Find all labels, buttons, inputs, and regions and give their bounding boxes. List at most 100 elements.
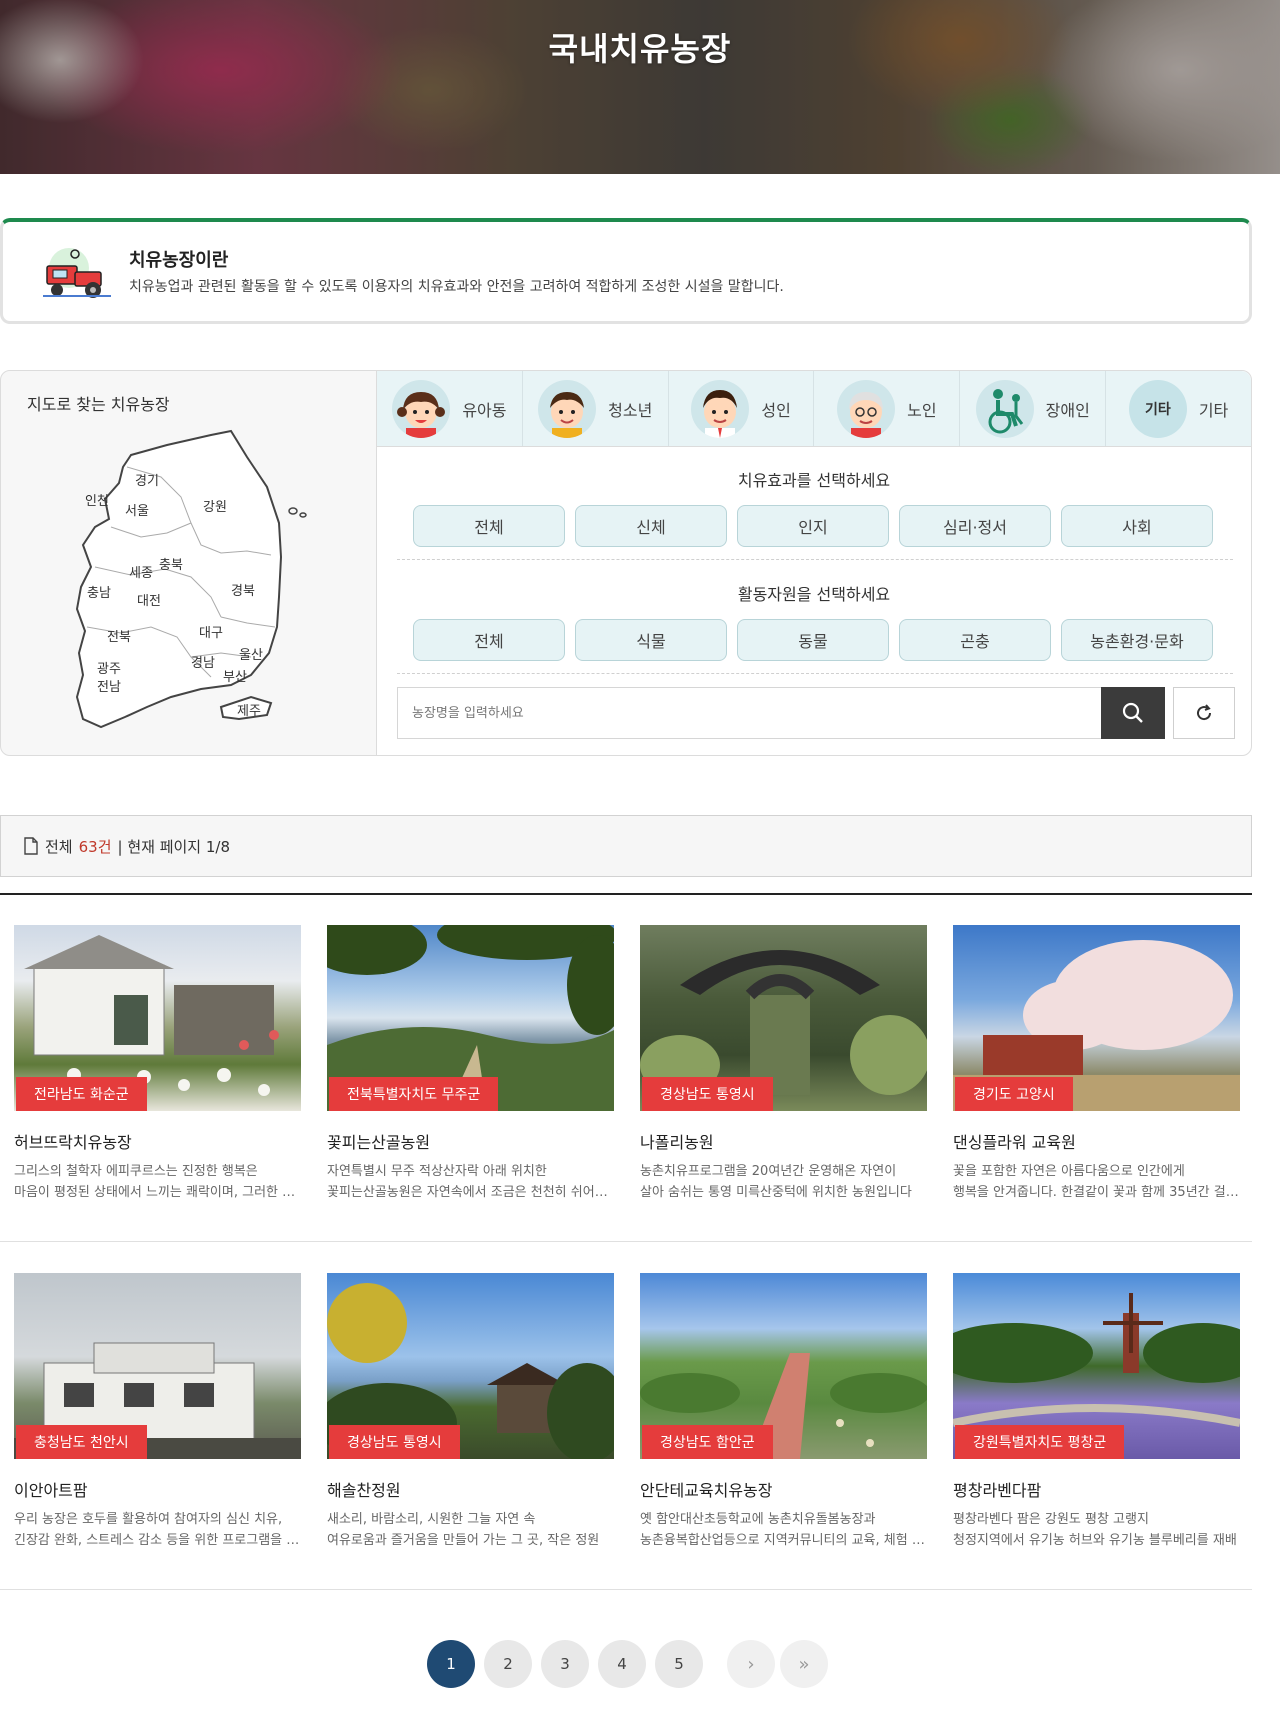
elder-icon <box>837 379 896 438</box>
farm-photo: 경상남도 통영시 <box>640 925 927 1111</box>
map-region-label[interactable]: 강원 <box>203 500 227 515</box>
divider <box>397 559 1233 560</box>
farm-title[interactable]: 안단테교육치유농장 <box>640 1477 772 1501</box>
target-tab-teen[interactable]: 청소년 <box>523 371 669 446</box>
resource-option-rural[interactable]: 농촌환경·문화 <box>1061 619 1213 661</box>
tractor-icon <box>43 248 111 298</box>
map-region-label[interactable]: 광주 <box>97 662 121 677</box>
resource-heading: 활동자원을 선택하세요 <box>737 585 891 604</box>
farm-description: 농촌치유프로그램을 20여년간 운영해온 자연이 살아 숨쉬는 통영 미륵산중턱에… <box>640 1164 912 1200</box>
page-1-button[interactable]: 1 <box>427 1640 475 1688</box>
intro-box: 치유농장이란 치유농업과 관련된 활동을 할 수 있도록 이용자의 치유효과와 … <box>0 218 1252 324</box>
page-2-button[interactable]: 2 <box>484 1640 532 1688</box>
region-tag: 충청남도 천안시 <box>16 1425 147 1459</box>
target-label: 청소년 <box>608 400 653 420</box>
map-title: 지도로 찾는 치유농장 <box>27 395 170 414</box>
region-tag: 경상남도 통영시 <box>642 1077 773 1111</box>
adult-man-icon <box>691 379 750 438</box>
map-panel: 지도로 찾는 치유농장 경기 인천 서울 강원 세종 충북 충남 대전 경북 대… <box>0 370 378 756</box>
farm-photo: 강원특별자치도 평창군 <box>953 1273 1240 1459</box>
farm-photo: 전라남도 화순군 <box>14 925 301 1111</box>
target-tab-etc[interactable]: 기타 기타 <box>1106 371 1251 446</box>
effect-option-social[interactable]: 사회 <box>1061 505 1213 547</box>
resource-option-all[interactable]: 전체 <box>413 619 565 661</box>
farm-description: 자연특별시 무주 적상산자락 아래 위치한 꽃피는산골농원은 자연속에서 조금은 … <box>327 1164 614 1200</box>
farm-title[interactable]: 나폴리농원 <box>640 1129 714 1153</box>
region-tag: 전북특별자치도 무주군 <box>329 1077 499 1111</box>
target-label: 유아동 <box>462 400 507 420</box>
result-count-bar: 전체 63건 | 현재 페이지 1/8 <box>0 815 1252 877</box>
farm-title[interactable]: 꽃피는산골농원 <box>327 1129 430 1153</box>
target-tab-adult[interactable]: 성인 <box>669 371 815 446</box>
farm-photo: 경기도 고양시 <box>953 925 1240 1111</box>
etc-icon: 기타 <box>1128 379 1187 438</box>
farm-title[interactable]: 평창라벤다팜 <box>953 1477 1041 1501</box>
farm-title[interactable]: 허브뜨락치유농장 <box>14 1129 132 1153</box>
farm-description: 우리 농장은 호두를 활용하여 참여자의 심신 치유, 긴장감 완화, 스트레스 … <box>14 1512 301 1548</box>
document-icon <box>24 837 38 855</box>
reset-button[interactable] <box>1173 687 1235 739</box>
resource-option-plant[interactable]: 식물 <box>575 619 727 661</box>
target-tab-child[interactable]: 유아동 <box>377 371 523 446</box>
map-region-label[interactable]: 세종 <box>129 566 153 581</box>
farm-title[interactable]: 이안아트팜 <box>14 1477 88 1501</box>
effect-heading: 치유효과를 선택하세요 <box>737 471 891 490</box>
page-title: 국내치유농장 <box>548 30 732 68</box>
search-button[interactable] <box>1101 687 1165 739</box>
map-region-label[interactable]: 대구 <box>199 626 223 641</box>
region-tag: 강원특별자치도 평창군 <box>955 1425 1125 1459</box>
effect-option-body[interactable]: 신체 <box>575 505 727 547</box>
map-region-label[interactable]: 전남 <box>97 680 121 695</box>
target-tab-disabled[interactable]: 장애인 <box>960 371 1107 446</box>
effect-options: 전체 신체 인지 심리·정서 사회 <box>413 505 1213 547</box>
page-5-button[interactable]: 5 <box>655 1640 703 1688</box>
map-region-label[interactable]: 경북 <box>231 584 255 599</box>
search-icon <box>1122 702 1143 723</box>
korea-map[interactable]: 경기 인천 서울 강원 세종 충북 충남 대전 경북 대구 전북 울산 경남 광… <box>71 427 311 747</box>
effect-option-cognition[interactable]: 인지 <box>737 505 889 547</box>
etc-badge: 기타 <box>1144 401 1171 418</box>
farm-search-input[interactable] <box>397 687 1101 739</box>
map-region-label[interactable]: 전북 <box>107 630 131 645</box>
count-total: 63건 <box>78 837 112 856</box>
farm-photo: 전북특별자치도 무주군 <box>327 925 614 1111</box>
map-region-label[interactable]: 충북 <box>159 558 183 573</box>
child-girl-icon <box>392 379 451 438</box>
effect-option-emotion[interactable]: 심리·정서 <box>899 505 1051 547</box>
effect-option-all[interactable]: 전체 <box>413 505 565 547</box>
map-region-label[interactable]: 대전 <box>137 594 161 609</box>
intro-description: 치유농업과 관련된 활동을 할 수 있도록 이용자의 치유효과와 안전을 고려하… <box>129 279 784 295</box>
map-region-label[interactable]: 제주 <box>237 704 261 719</box>
map-region-label[interactable]: 경남 <box>191 656 215 671</box>
target-label: 기타 <box>1198 400 1229 420</box>
map-region-label[interactable]: 울산 <box>239 648 263 663</box>
resource-options: 전체 식물 동물 곤충 농촌환경·문화 <box>413 619 1213 661</box>
target-tab-elder[interactable]: 노인 <box>814 371 961 446</box>
last-page-button[interactable]: » <box>780 1640 828 1688</box>
map-region-label[interactable]: 서울 <box>125 504 149 519</box>
intro-title: 치유농장이란 <box>129 250 229 271</box>
hero-banner: 국내치유농장 <box>0 0 1280 174</box>
farm-title[interactable]: 해솔찬정원 <box>327 1477 401 1501</box>
farm-title[interactable]: 댄싱플라워 교육원 <box>953 1129 1076 1153</box>
row-divider <box>0 1589 1252 1590</box>
page-3-button[interactable]: 3 <box>541 1640 589 1688</box>
region-tag: 경상남도 통영시 <box>329 1425 460 1459</box>
region-tag: 전라남도 화순군 <box>16 1077 147 1111</box>
resource-option-animal[interactable]: 동물 <box>737 619 889 661</box>
map-region-label[interactable]: 부산 <box>223 670 247 685</box>
target-label: 성인 <box>761 400 791 420</box>
list-top-rule <box>0 893 1252 895</box>
region-tag: 경기도 고양시 <box>955 1077 1073 1111</box>
map-region-label[interactable]: 경기 <box>135 474 159 489</box>
page-4-button[interactable]: 4 <box>598 1640 646 1688</box>
wheelchair-icon <box>975 379 1034 438</box>
farm-description: 새소리, 바람소리, 시원한 그늘 자연 속 여유로움과 즐거움을 만들어 가는 … <box>327 1512 600 1548</box>
refresh-icon <box>1197 704 1212 721</box>
count-page-info: | 현재 페이지 1/8 <box>117 837 231 856</box>
next-page-button[interactable]: › <box>727 1640 775 1688</box>
resource-option-insect[interactable]: 곤충 <box>899 619 1051 661</box>
farm-photo: 충청남도 천안시 <box>14 1273 301 1459</box>
map-region-label[interactable]: 인천 <box>85 494 109 509</box>
map-region-label[interactable]: 충남 <box>87 586 111 601</box>
